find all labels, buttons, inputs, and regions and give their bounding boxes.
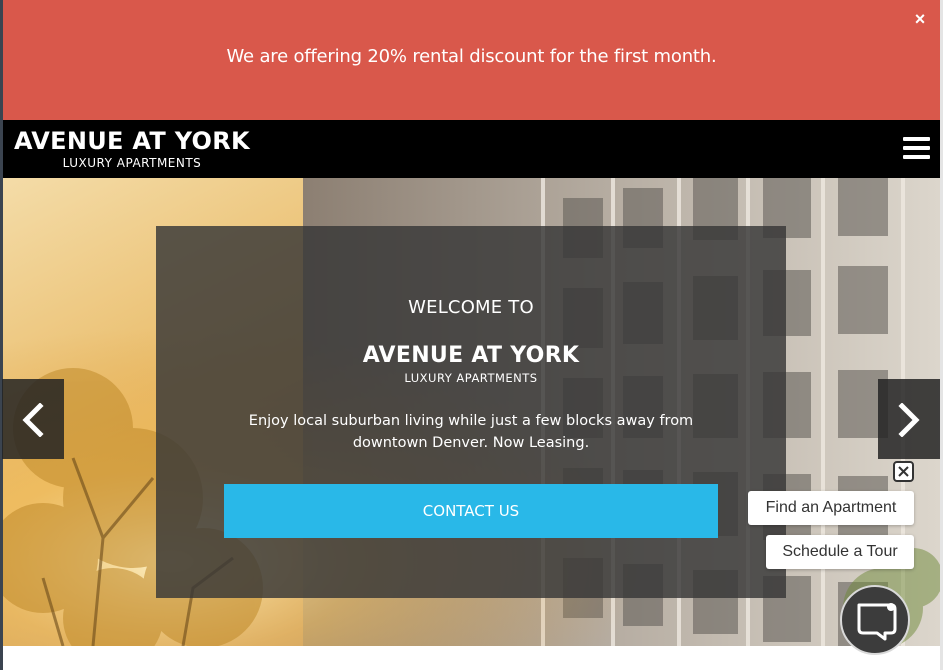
schedule-tour-button[interactable]: Schedule a Tour bbox=[766, 535, 914, 569]
close-icon bbox=[898, 466, 909, 477]
find-apartment-button[interactable]: Find an Apartment bbox=[748, 491, 914, 525]
logo-tagline: LUXURY APARTMENTS bbox=[62, 156, 202, 170]
widget-close-button[interactable] bbox=[893, 461, 914, 482]
site-header: AVENUE AT YORK LUXURY APARTMENTS bbox=[3, 120, 940, 178]
site-logo[interactable]: AVENUE AT YORK LUXURY APARTMENTS bbox=[14, 127, 250, 173]
hero-description: Enjoy local suburban living while just a… bbox=[248, 413, 694, 451]
chevron-right-icon bbox=[898, 403, 920, 437]
contact-us-button[interactable]: CONTACT US bbox=[224, 484, 718, 538]
chevron-left-icon bbox=[22, 403, 44, 437]
page: We are offering 20% rental discount for … bbox=[0, 0, 943, 670]
hero-logo-wordmark: AVENUE AT YORK bbox=[362, 343, 580, 368]
promo-text: We are offering 20% rental discount for … bbox=[226, 46, 717, 67]
chat-launcher-button[interactable] bbox=[840, 585, 910, 655]
slider-prev-button[interactable] bbox=[2, 379, 64, 459]
hero-logo: AVENUE AT YORK LUXURY APARTMENTS bbox=[156, 342, 786, 385]
promo-close-button[interactable]: × bbox=[912, 10, 928, 28]
hero-welcome: WELCOME TO bbox=[408, 297, 534, 318]
slider-next-button[interactable] bbox=[878, 379, 940, 459]
promo-banner: We are offering 20% rental discount for … bbox=[3, 0, 940, 120]
chat-bubble-icon bbox=[857, 603, 897, 641]
logo-wordmark: AVENUE AT YORK bbox=[14, 127, 250, 155]
hamburger-menu-icon[interactable] bbox=[903, 137, 930, 161]
hero-logo-tagline: LUXURY APARTMENTS bbox=[404, 371, 538, 385]
hero-overlay: WELCOME TO AVENUE AT YORK LUXURY APARTME… bbox=[156, 226, 786, 598]
